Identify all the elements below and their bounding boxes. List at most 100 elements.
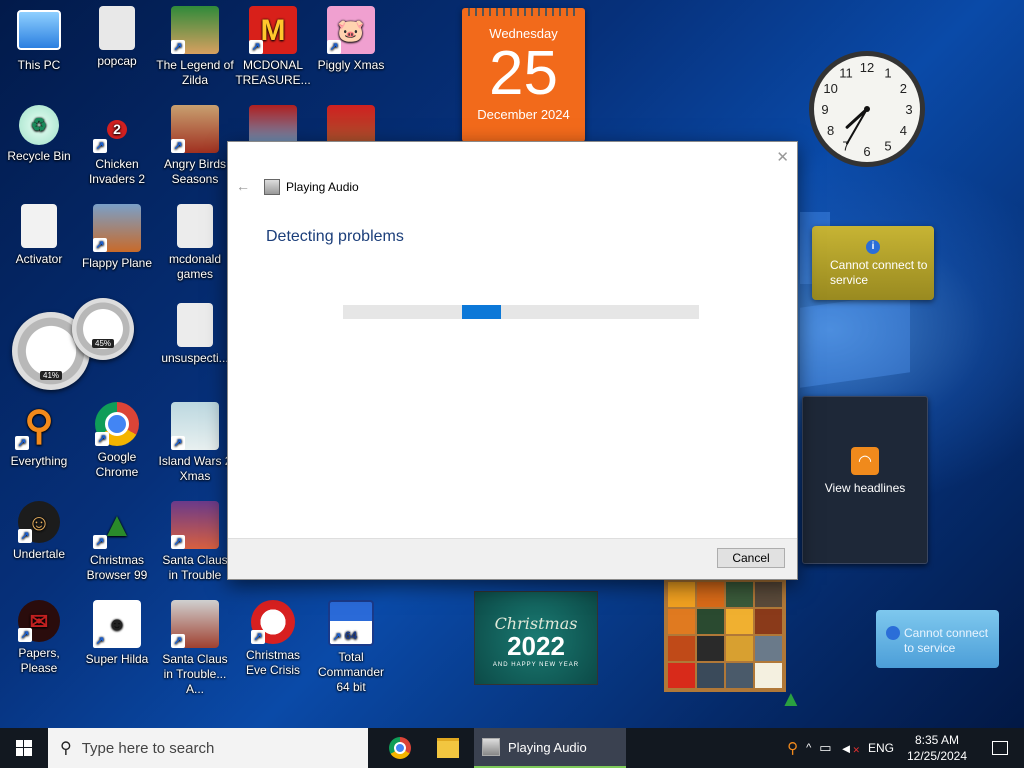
volume-muted-icon[interactable]: ◄✕ bbox=[840, 741, 860, 756]
mcdonalds-icon: M ↗ bbox=[249, 6, 297, 54]
language-indicator[interactable]: ENG bbox=[868, 741, 894, 755]
puzzle-tile[interactable] bbox=[668, 663, 695, 688]
folder-icon bbox=[21, 204, 57, 248]
system-tray: ⚲ ^ ▭ ◄✕ ENG 8:35 AM 12/25/2024 bbox=[787, 728, 1024, 768]
xmas-card-year: 2022 bbox=[507, 631, 565, 661]
desktop-icon-google-chrome[interactable]: ↗ Google Chrome bbox=[78, 402, 156, 480]
puzzle-tile[interactable] bbox=[697, 609, 724, 634]
xmas-card-subtitle: AND HAPPY NEW YEAR bbox=[492, 662, 580, 668]
desktop-icon-everything[interactable]: ⚲ ↗ Everything bbox=[0, 402, 78, 469]
weather-message: Cannot connect to service bbox=[830, 258, 928, 287]
dialog-title-bar: Playing Audio bbox=[264, 179, 359, 195]
desktop-icon-super-hilda[interactable]: ☻ ↗ Super Hilda bbox=[78, 600, 156, 667]
recycle-bin-icon: ♻ bbox=[19, 105, 59, 145]
desktop-icon-legend-of-zilda[interactable]: ↗ The Legend of Zilda bbox=[156, 6, 234, 88]
everything-search-icon: ⚲ ↗ bbox=[15, 402, 63, 450]
shortcut-arrow-icon: ↗ bbox=[171, 40, 185, 54]
cancel-button[interactable]: Cancel bbox=[717, 548, 785, 568]
clock-numeral: 10 bbox=[823, 81, 837, 96]
action-center-button[interactable] bbox=[980, 741, 1020, 755]
desktop-icon-piggly-xmas[interactable]: 🐷 ↗ Piggly Xmas bbox=[312, 6, 390, 73]
puzzle-tile[interactable] bbox=[755, 609, 782, 634]
desktop-icon-island-wars-2-xmas[interactable]: ↗ Island Wars 2 Xmas bbox=[156, 402, 234, 484]
shortcut-arrow-icon: ↗ bbox=[249, 40, 263, 54]
desktop-icon-chicken-invaders-2[interactable]: 2 ↗ Chicken Invaders 2 bbox=[78, 105, 156, 187]
desktop-icon-angry-birds-seasons[interactable]: ↗ Angry Birds Seasons bbox=[156, 105, 234, 187]
memory-percent: 45% bbox=[91, 339, 115, 348]
weather-gadget[interactable]: i Cannot connect to service bbox=[812, 226, 934, 300]
taskbar-search-box[interactable]: ⚲ Type here to search bbox=[48, 728, 368, 768]
puzzle-tile[interactable] bbox=[697, 582, 724, 607]
santa-icon: ↗ bbox=[171, 501, 219, 549]
desktop-icon-mcdonald-games[interactable]: mcdonald games bbox=[156, 204, 234, 282]
shortcut-arrow-icon: ↗ bbox=[171, 535, 185, 549]
papers-please-icon: ✉ ↗ bbox=[18, 600, 60, 642]
desktop-icon-activator[interactable]: Activator bbox=[0, 204, 78, 267]
desktop-icon-popcap[interactable]: popcap bbox=[78, 6, 156, 69]
island-wars-icon: ↗ bbox=[171, 402, 219, 450]
desktop-icon-santa-claus-in-trouble-a[interactable]: ↗ Santa Claus in Trouble... A... bbox=[156, 600, 234, 697]
puzzle-tile[interactable] bbox=[697, 663, 724, 688]
taskbar-file-explorer-button[interactable] bbox=[426, 728, 470, 768]
shortcut-arrow-icon: ↗ bbox=[93, 238, 107, 252]
desktop-icon-undertale[interactable]: ☺ ↗ Undertale bbox=[0, 501, 78, 562]
desktop-icon-this-pc[interactable]: This PC bbox=[0, 6, 78, 73]
info-icon: i bbox=[866, 240, 880, 254]
chrome-icon bbox=[389, 737, 411, 759]
folder-icon bbox=[177, 303, 213, 347]
desktop-icon-mcdonal-treasure[interactable]: M ↗ MCDONAL TREASURE... bbox=[234, 6, 312, 88]
desktop-icon-christmas-browser-99[interactable]: ▲ ↗ Christmas Browser 99 bbox=[78, 501, 156, 583]
puzzle-tile[interactable] bbox=[726, 582, 753, 607]
troubleshooter-icon bbox=[264, 179, 280, 195]
folder-icon bbox=[437, 738, 459, 758]
network-icon[interactable]: ▭ bbox=[819, 740, 831, 756]
computer-icon bbox=[17, 10, 61, 50]
flappy-plane-icon: ↗ bbox=[93, 204, 141, 252]
picture-puzzle-gadget[interactable] bbox=[664, 578, 786, 692]
view-headlines-link[interactable]: View headlines bbox=[803, 481, 927, 495]
start-button[interactable] bbox=[0, 728, 48, 768]
desktop-icon-flappy-plane[interactable]: ↗ Flappy Plane bbox=[78, 204, 156, 271]
desktop-icon-santa-claus-in-trouble[interactable]: ↗ Santa Claus in Trouble bbox=[156, 501, 234, 583]
desktop-icon-papers-please[interactable]: ✉ ↗ Papers, Please bbox=[0, 600, 78, 676]
desktop-icon-recycle-bin[interactable]: ♻ Recycle Bin bbox=[0, 105, 78, 164]
zilda-icon: ↗ bbox=[171, 6, 219, 54]
desktop-icon-christmas-eve-crisis[interactable]: ↗ Christmas Eve Crisis bbox=[234, 600, 312, 678]
puzzle-tile[interactable] bbox=[726, 609, 753, 634]
puzzle-tile[interactable] bbox=[755, 663, 782, 688]
feed-headlines-gadget[interactable]: ◠ View headlines bbox=[802, 396, 928, 564]
puzzle-tile[interactable] bbox=[726, 663, 753, 688]
everything-tray-icon[interactable]: ⚲ bbox=[787, 739, 798, 757]
super-hilda-icon: ☻ ↗ bbox=[93, 600, 141, 648]
shortcut-arrow-icon: ↗ bbox=[251, 630, 265, 644]
shortcut-arrow-icon: ↗ bbox=[15, 436, 29, 450]
back-arrow-icon[interactable]: ← bbox=[236, 178, 250, 194]
taskbar-playing-audio-button[interactable]: Playing Audio bbox=[474, 728, 626, 768]
puzzle-tile[interactable] bbox=[755, 582, 782, 607]
desktop-icon-unsuspecti[interactable]: unsuspecti... bbox=[156, 303, 234, 366]
puzzle-tile[interactable] bbox=[726, 636, 753, 661]
taskbar-clock[interactable]: 8:35 AM 12/25/2024 bbox=[902, 732, 972, 764]
shortcut-arrow-icon: ↗ bbox=[330, 630, 344, 644]
clock-numeral: 1 bbox=[884, 66, 891, 81]
show-hidden-icons-icon[interactable]: ^ bbox=[806, 742, 811, 754]
puzzle-tile[interactable] bbox=[755, 636, 782, 661]
christmas-card-gadget[interactable]: Christmas 2022 AND HAPPY NEW YEAR bbox=[474, 591, 598, 685]
calendar-gadget[interactable]: Wednesday 25 December 2024 bbox=[462, 8, 585, 142]
puzzle-tile[interactable] bbox=[668, 582, 695, 607]
clock-numeral: 8 bbox=[827, 123, 834, 138]
desktop-icon-total-commander-64-bit[interactable]: 64 ↗ Total Commander 64 bit bbox=[312, 600, 390, 695]
clock-numeral: 11 bbox=[839, 66, 853, 81]
taskbar-chrome-button[interactable] bbox=[378, 728, 422, 768]
puzzle-tile[interactable] bbox=[697, 636, 724, 661]
memory-meter-gadget[interactable]: 45% bbox=[72, 298, 134, 360]
puzzle-tile[interactable] bbox=[668, 609, 695, 634]
clock-gadget[interactable]: 1 2 3 4 5 6 7 8 9 10 11 12 bbox=[806, 48, 928, 170]
clock-numeral: 12 bbox=[860, 60, 874, 75]
service-gadget[interactable]: Cannot connect to service bbox=[876, 610, 999, 668]
troubleshooter-dialog: ✕ ← Playing Audio Detecting problems Can… bbox=[228, 142, 797, 579]
shortcut-arrow-icon: ↗ bbox=[93, 634, 107, 648]
puzzle-tile[interactable] bbox=[668, 636, 695, 661]
close-icon[interactable]: ✕ bbox=[776, 148, 789, 166]
troubleshooter-icon bbox=[482, 738, 500, 756]
